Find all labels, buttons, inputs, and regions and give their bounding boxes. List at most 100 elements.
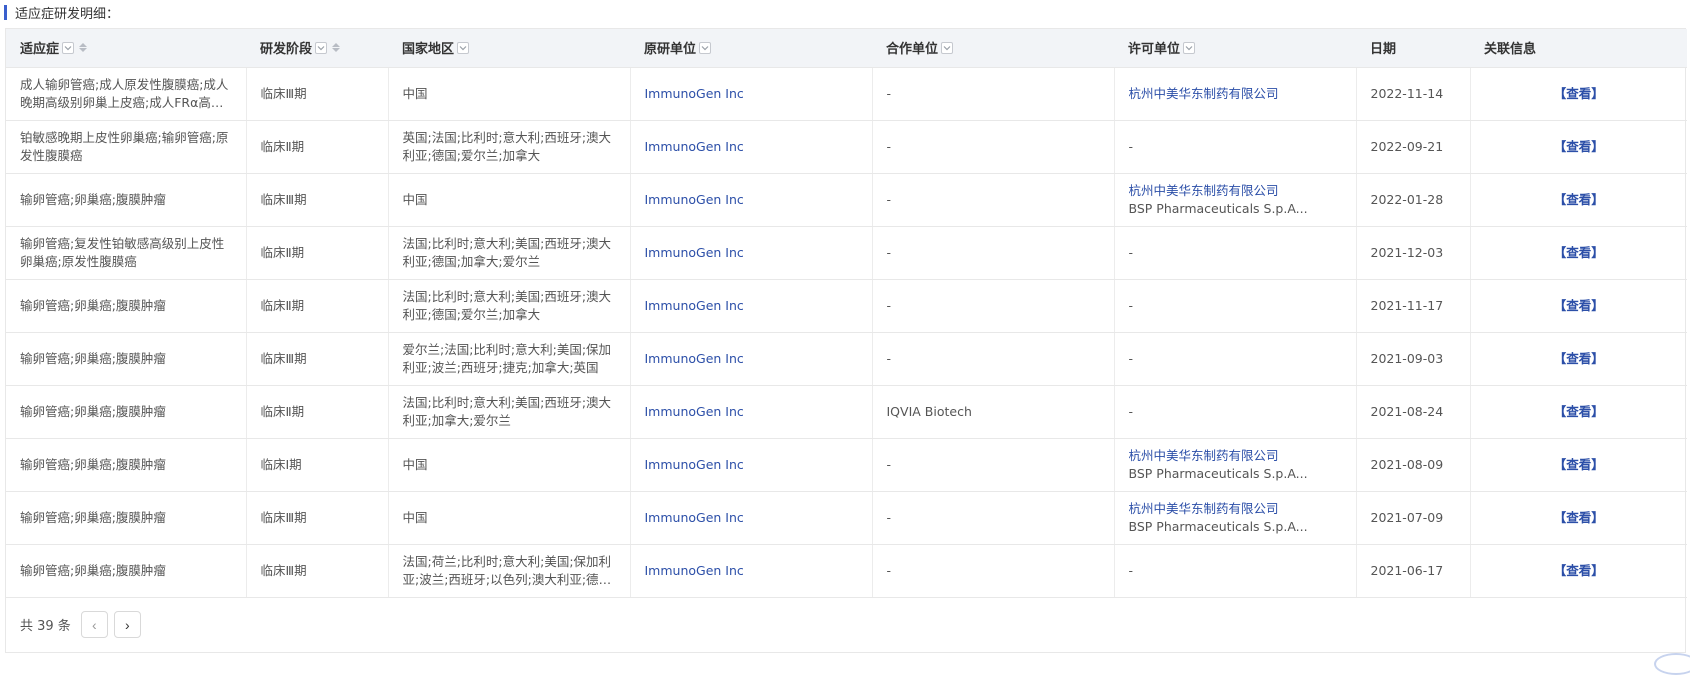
licensee-name[interactable]: 杭州中美华东制药有限公司 [1129, 447, 1342, 465]
filter-dropdown-icon[interactable] [1183, 42, 1195, 54]
cell-related: 【查看】 [1470, 173, 1687, 226]
cell-originator-text[interactable]: ImmunoGen Inc [645, 245, 744, 260]
cell-licensee: - [1114, 120, 1356, 173]
section-accent-bar [4, 5, 7, 20]
cell-phase-text: 临床Ⅲ期 [261, 192, 307, 207]
cell-region-text: 中国 [403, 456, 616, 474]
view-details-link[interactable]: 【查看】 [1554, 351, 1604, 366]
cell-partner-text: IQVIA Biotech [887, 404, 972, 419]
column-header-indication[interactable]: 适应症 [6, 29, 246, 67]
table-row: 输卵管癌;卵巢癌;腹膜肿瘤临床Ⅲ期中国ImmunoGen Inc-杭州中美华东制… [6, 491, 1687, 544]
view-details-link[interactable]: 【查看】 [1554, 298, 1604, 313]
view-details-link[interactable]: 【查看】 [1554, 457, 1604, 472]
view-details-link[interactable]: 【查看】 [1554, 245, 1604, 260]
licensee-name[interactable]: 杭州中美华东制药有限公司 [1129, 500, 1342, 518]
cell-indication: 输卵管癌;卵巢癌;腹膜肿瘤 [6, 279, 246, 332]
prev-page-button[interactable]: ‹ [81, 611, 108, 638]
cell-partner-text: - [887, 192, 892, 207]
cell-partner-text: - [887, 510, 892, 525]
cell-partner: - [872, 279, 1114, 332]
cell-phase: 临床Ⅱ期 [246, 120, 388, 173]
licensee-name[interactable]: 杭州中美华东制药有限公司 [1129, 85, 1342, 103]
cell-region-text: 法国;比利时;意大利;美国;西班牙;澳大利亚;加拿大;爱尔兰 [403, 394, 616, 430]
cell-phase: 临床Ⅰ期 [246, 438, 388, 491]
cell-indication: 输卵管癌;卵巢癌;腹膜肿瘤 [6, 491, 246, 544]
view-details-link[interactable]: 【查看】 [1554, 86, 1604, 101]
cell-licensee: 杭州中美华东制药有限公司BSP Pharmaceuticals S.p.A... [1114, 438, 1356, 491]
cell-licensee: - [1114, 226, 1356, 279]
filter-dropdown-icon[interactable] [457, 42, 469, 54]
filter-dropdown-icon[interactable] [699, 42, 711, 54]
cell-partner: IQVIA Biotech [872, 385, 1114, 438]
cell-licensee: 杭州中美华东制药有限公司BSP Pharmaceuticals S.p.A... [1114, 173, 1356, 226]
cell-originator: ImmunoGen Inc [630, 226, 872, 279]
cell-date-text: 2022-11-14 [1371, 86, 1444, 101]
cell-originator-text[interactable]: ImmunoGen Inc [645, 298, 744, 313]
column-header-phase[interactable]: 研发阶段 [246, 29, 388, 67]
column-header-label: 日期 [1370, 38, 1396, 57]
licensee-name[interactable]: 杭州中美华东制药有限公司 [1129, 182, 1342, 200]
licensee-name: - [1129, 138, 1342, 156]
filter-dropdown-icon[interactable] [941, 42, 953, 54]
cell-originator-text[interactable]: ImmunoGen Inc [645, 192, 744, 207]
view-details-link[interactable]: 【查看】 [1554, 192, 1604, 207]
cell-region: 法国;比利时;意大利;美国;西班牙;澳大利亚;德国;爱尔兰;加拿大 [388, 279, 630, 332]
cell-region-text: 英国;法国;比利时;意大利;西班牙;澳大利亚;德国;爱尔兰;加拿大 [403, 129, 616, 165]
cell-indication-text: 输卵管癌;卵巢癌;腹膜肿瘤 [20, 297, 232, 315]
sort-icon[interactable] [79, 43, 87, 52]
cell-licensee: 杭州中美华东制药有限公司BSP Pharmaceuticals S.p.A... [1114, 491, 1356, 544]
view-details-link[interactable]: 【查看】 [1554, 563, 1604, 578]
licensee-name: BSP Pharmaceuticals S.p.A... [1129, 465, 1342, 483]
cell-indication-text: 输卵管癌;卵巢癌;腹膜肿瘤 [20, 562, 232, 580]
cell-originator-text[interactable]: ImmunoGen Inc [645, 510, 744, 525]
column-header-region: 国家地区 [388, 29, 630, 67]
cell-originator-text[interactable]: ImmunoGen Inc [645, 351, 744, 366]
cell-date: 2022-09-21 [1356, 120, 1470, 173]
section-title: 适应症研发明细： [15, 3, 119, 22]
view-details-link[interactable]: 【查看】 [1554, 510, 1604, 525]
cell-date: 2021-11-17 [1356, 279, 1470, 332]
cell-phase-text: 临床Ⅲ期 [261, 86, 307, 101]
next-page-button[interactable]: › [114, 611, 141, 638]
column-header-label: 合作单位 [886, 38, 938, 57]
cell-indication-text: 成人输卵管癌;成人原发性腹膜癌;成人晚期高级别卵巢上皮癌;成人FRα高表达... [20, 76, 232, 112]
licensee-name: - [1129, 244, 1342, 262]
cell-phase-text: 临床Ⅱ期 [261, 298, 305, 313]
sort-icon[interactable] [332, 43, 340, 52]
cell-partner-text: - [887, 298, 892, 313]
cell-partner: - [872, 332, 1114, 385]
filter-dropdown-icon[interactable] [62, 42, 74, 54]
column-header-label: 适应症 [20, 38, 59, 57]
cell-originator-text[interactable]: ImmunoGen Inc [645, 404, 744, 419]
cell-phase: 临床Ⅲ期 [246, 173, 388, 226]
view-details-link[interactable]: 【查看】 [1554, 404, 1604, 419]
cell-phase: 临床Ⅲ期 [246, 67, 388, 120]
cell-originator-text[interactable]: ImmunoGen Inc [645, 457, 744, 472]
cell-indication-text: 输卵管癌;卵巢癌;腹膜肿瘤 [20, 191, 232, 209]
cell-originator: ImmunoGen Inc [630, 279, 872, 332]
cell-related: 【查看】 [1470, 491, 1687, 544]
licensee-name: - [1129, 562, 1342, 580]
table-row: 输卵管癌;卵巢癌;腹膜肿瘤 临床Ⅱ期 法国;比利时;意大利;美国;西班牙;澳大利亚;… [6, 279, 1687, 332]
view-details-link[interactable]: 【查看】 [1554, 139, 1604, 154]
cell-partner: - [872, 544, 1114, 597]
filter-dropdown-icon[interactable] [315, 42, 327, 54]
cell-phase-text: 临床Ⅱ期 [261, 139, 305, 154]
licensee-name: - [1129, 403, 1342, 421]
cell-originator: ImmunoGen Inc [630, 120, 872, 173]
cell-originator: ImmunoGen Inc [630, 385, 872, 438]
cell-date-text: 2021-07-09 [1371, 510, 1444, 525]
cell-originator-text[interactable]: ImmunoGen Inc [645, 563, 744, 578]
table-body: 成人输卵管癌;成人原发性腹膜癌;成人晚期高级别卵巢上皮癌;成人FRα高表达...… [6, 67, 1687, 597]
cell-region-text: 法国;荷兰;比利时;意大利;美国;保加利亚;波兰;西班牙;以色列;澳大利亚;德国… [403, 553, 616, 589]
total-count: 共 39 条 [20, 615, 71, 634]
column-header-label: 许可单位 [1128, 38, 1180, 57]
cell-related: 【查看】 [1470, 120, 1687, 173]
section-header: 适应症研发明细： [4, 4, 119, 20]
cell-partner-text: - [887, 457, 892, 472]
cell-region-text: 中国 [403, 509, 616, 527]
column-header-label: 研发阶段 [260, 38, 312, 57]
cell-originator-text[interactable]: ImmunoGen Inc [645, 139, 744, 154]
cell-originator-text[interactable]: ImmunoGen Inc [645, 86, 744, 101]
cell-phase-text: 临床Ⅱ期 [261, 245, 305, 260]
